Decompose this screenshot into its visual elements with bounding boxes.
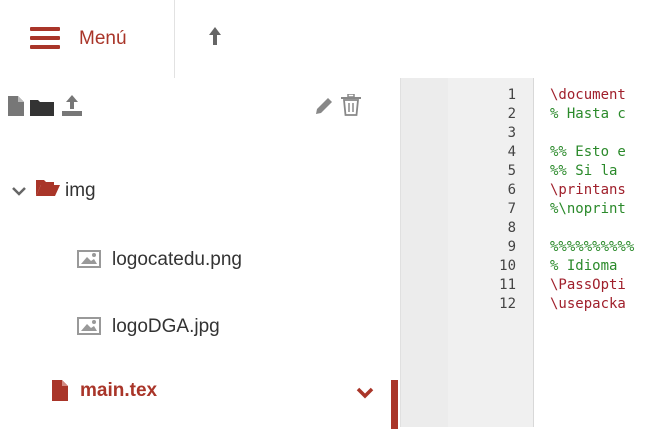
code-line: %% Esto e <box>550 144 626 160</box>
line-number: 7 <box>507 201 516 217</box>
top-bar: Menú <box>0 0 664 79</box>
line-number: 9 <box>507 239 516 255</box>
line-number: 11 <box>499 277 516 293</box>
line-number: 5 <box>507 163 516 179</box>
line-number: 2 <box>507 106 516 122</box>
panel-gutter[interactable] <box>400 78 449 427</box>
delete-trash-icon[interactable] <box>340 93 362 121</box>
tree-item-label: main.tex <box>80 380 158 401</box>
file-icon <box>52 380 68 406</box>
line-number: 12 <box>499 296 516 312</box>
tree-item-label: logoDGA.jpg <box>112 316 220 337</box>
new-file-icon[interactable] <box>8 96 24 121</box>
hamburger-icon <box>30 27 60 49</box>
tree-item-img-folder[interactable]: img <box>0 166 400 214</box>
code-line: %\noprint <box>550 201 626 217</box>
tree-item-logocatedu[interactable]: logocatedu.png <box>0 237 400 285</box>
new-folder-icon[interactable] <box>30 98 54 121</box>
line-number: 10 <box>499 258 516 274</box>
image-file-icon <box>77 317 101 340</box>
line-number: 4 <box>507 144 516 160</box>
code-line: \usepacka <box>550 296 626 312</box>
menu-label: Menú <box>79 28 127 49</box>
up-arrow-icon[interactable] <box>205 24 225 52</box>
line-number: 8 <box>507 220 516 236</box>
code-line: \printans <box>550 182 626 198</box>
code-line: \PassOpti <box>550 277 626 293</box>
code-line: %%%%%%%%%% <box>550 239 635 255</box>
line-number: 3 <box>507 125 516 141</box>
upload-icon[interactable] <box>62 95 82 122</box>
selected-indicator <box>391 380 398 429</box>
line-number: 6 <box>507 182 516 198</box>
tree-item-label: img <box>65 180 96 201</box>
code-line: \document <box>550 87 626 103</box>
tree-item-logodga[interactable]: logoDGA.jpg <box>0 304 400 352</box>
menu-button[interactable]: Menú <box>0 0 175 78</box>
code-line: % Idioma <box>550 258 626 274</box>
line-number: 1 <box>507 87 516 103</box>
rename-pencil-icon[interactable] <box>314 96 334 121</box>
image-file-icon <box>77 250 101 273</box>
code-line: % Hasta c <box>550 106 626 122</box>
code-editor[interactable]: 1 \document 2 % Hasta c 3 4 %% Esto e 5 … <box>448 78 664 427</box>
tree-item-label: logocatedu.png <box>112 249 242 270</box>
code-line: %% Si la <box>550 163 626 179</box>
chevron-down-icon[interactable] <box>12 183 26 201</box>
file-options-chevron-icon[interactable] <box>356 386 374 404</box>
file-tree-panel: img logocatedu.png logoDGA.jpg main.tex <box>0 78 400 429</box>
tree-item-main-tex[interactable]: main.tex <box>0 368 400 416</box>
folder-open-icon <box>36 179 60 202</box>
